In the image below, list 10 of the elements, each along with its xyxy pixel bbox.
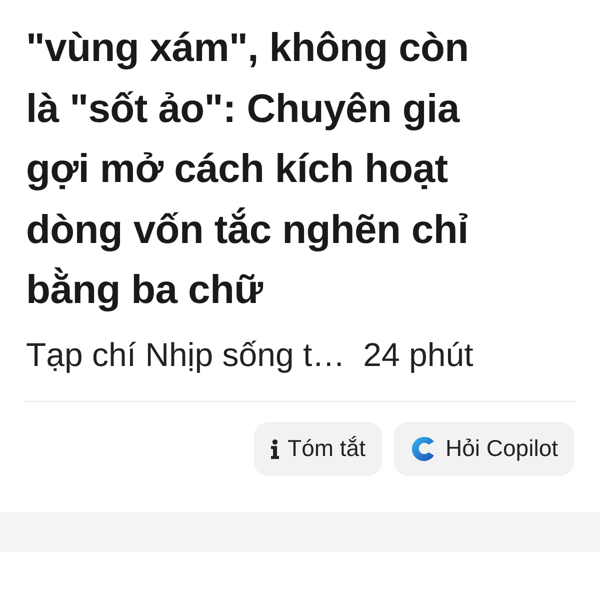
headline-line: gợi mở cách kích hoạt	[26, 146, 449, 193]
source-name: Tạp chí Nhịp sống t…	[26, 334, 346, 374]
headline-line: "vùng xám", không còn	[26, 25, 470, 72]
headline-line: dòng vốn tắc nghẽn chỉ	[26, 206, 470, 254]
info-icon	[270, 438, 280, 458]
time-ago: 24 phút	[363, 334, 474, 374]
ask-copilot-button[interactable]: Hỏi Copilot	[394, 422, 574, 476]
headline-line: là "sốt ảo": Chuyên gia	[26, 86, 461, 132]
headline-line: bằng ba chữ	[26, 266, 264, 314]
summary-button[interactable]: Tóm tắt	[254, 422, 382, 476]
